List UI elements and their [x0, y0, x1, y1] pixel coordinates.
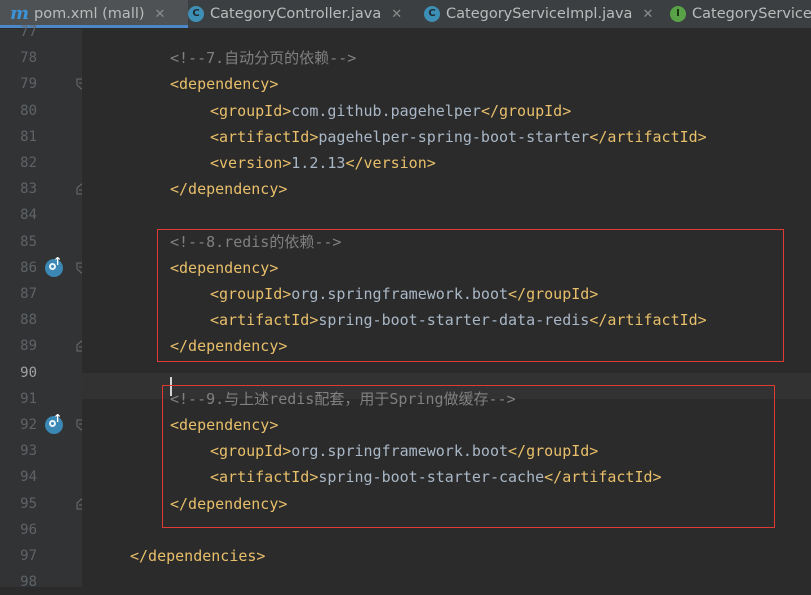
line-number: 98: [20, 574, 37, 591]
line-number: 93: [20, 443, 37, 460]
line-number: 89: [20, 338, 37, 355]
xml-tag: </artifactId>: [544, 468, 662, 487]
line-number: 82: [20, 155, 37, 171]
xml-tag: <artifactId>: [210, 311, 319, 330]
xml-text: com.github.pagehelper: [291, 101, 481, 120]
line-number-gutter[interactable]: 77 78 79 80 81 82 83 84 85 86 87 88 89 90 91 92 93 94 95 96…: [0, 24, 87, 590]
xml-tag: </artifactId>: [589, 311, 707, 330]
line-number: 97: [20, 548, 37, 564]
xml-tag: </dependencies>: [130, 547, 266, 565]
code-line: <dependency>: [170, 412, 278, 438]
code-line: <dependency>: [170, 255, 278, 281]
class-icon: C: [188, 6, 204, 22]
maven-dependency-icon[interactable]: [45, 412, 63, 434]
code-line: <!--8.redis的依赖-->: [170, 229, 341, 255]
xml-tag: </groupId>: [508, 285, 599, 303]
editor-tab-bar: m pom.xml (mall) ✕ C CategoryController.…: [0, 0, 811, 29]
xml-tag: <groupId>: [210, 285, 292, 303]
xml-tag: </groupId>: [508, 442, 599, 461]
xml-tag: </dependency>: [170, 494, 288, 513]
line-number: 78: [20, 50, 37, 67]
code-line: <version>1.2.13</version>: [210, 150, 436, 176]
line-number: 85: [20, 233, 37, 250]
code-line: </dependencies>: [130, 543, 265, 569]
xml-comment: <!--9.与上述redis配套，用于Spring做缓存-->: [170, 389, 516, 408]
tab-category-controller[interactable]: C CategoryController.java ✕: [178, 0, 424, 28]
tab-label: pom.xml (mall): [34, 6, 145, 22]
line-number: 86: [20, 259, 37, 276]
xml-tag: </artifactId>: [589, 127, 707, 146]
close-icon[interactable]: ✕: [155, 7, 166, 22]
line-number: 83: [20, 181, 37, 198]
xml-text: org.springframework.boot: [291, 285, 509, 303]
line-number: 84: [20, 207, 37, 224]
line-number: 77: [20, 24, 37, 40]
xml-tag: </dependency>: [170, 337, 288, 356]
xml-text: 1.2.13: [291, 154, 346, 172]
code-line: <groupId>org.springframework.boot</group…: [210, 281, 598, 307]
xml-tag: <artifactId>: [210, 127, 319, 146]
xml-comment: <!--7.自动分页的依赖-->: [170, 49, 357, 68]
code-line: <!--9.与上述redis配套，用于Spring做缓存-->: [170, 386, 516, 412]
xml-tag: <version>: [210, 154, 292, 172]
xml-tag: <groupId>: [210, 101, 292, 120]
code-line: </dependency>: [170, 491, 287, 517]
xml-tag: <artifactId>: [210, 468, 319, 487]
xml-tag: <dependency>: [170, 416, 279, 434]
line-number: 95: [20, 495, 37, 512]
xml-tag: <dependency>: [170, 258, 279, 277]
code-line: <!--7.自动分页的依赖-->: [170, 45, 356, 71]
tab-label: CategoryController.java: [210, 6, 382, 22]
line-number: 90: [20, 364, 37, 381]
tab-label: CategoryService: [692, 6, 811, 22]
code-line: <groupId>com.github.pagehelper</groupId>: [210, 98, 571, 124]
xml-comment: <!--8.redis的依赖-->: [170, 232, 342, 251]
xml-tag: </dependency>: [170, 180, 288, 199]
code-line: </dependency>: [170, 333, 287, 359]
code-line: <groupId>org.springframework.boot</group…: [210, 438, 598, 464]
xml-text: spring-boot-starter-cache: [318, 468, 545, 487]
xml-tag: <dependency>: [170, 75, 279, 94]
code-line: <artifactId>spring-boot-starter-data-red…: [210, 307, 707, 333]
line-number: 94: [20, 469, 37, 486]
tab-category-service-impl[interactable]: C CategoryServiceImpl.java ✕: [414, 0, 670, 28]
maven-dependency-icon[interactable]: [45, 255, 63, 277]
close-icon[interactable]: ✕: [642, 7, 653, 22]
interface-icon: I: [670, 6, 686, 22]
code-line: <artifactId>spring-boot-starter-cache</a…: [210, 464, 662, 490]
line-number: 88: [20, 312, 37, 329]
line-number: 96: [20, 521, 37, 538]
xml-tag: <groupId>: [210, 442, 292, 461]
code-line: <dependency>: [170, 71, 278, 97]
line-number: 79: [20, 76, 37, 93]
xml-text: spring-boot-starter-data-redis: [318, 311, 590, 330]
close-icon[interactable]: ✕: [391, 7, 402, 22]
code-line: <artifactId>pagehelper-spring-boot-start…: [210, 124, 707, 150]
xml-text: org.springframework.boot: [291, 442, 509, 461]
code-line: </dependency>: [170, 176, 287, 202]
tab-category-service[interactable]: I CategoryService: [660, 0, 811, 28]
xml-tag: </groupId>: [480, 101, 572, 120]
line-number: 92: [20, 417, 37, 433]
code-editor[interactable]: <!--7.自动分页的依赖--> <dependency> <groupId>com…: [82, 29, 811, 587]
line-number: 91: [20, 390, 37, 407]
tab-label: CategoryServiceImpl.java: [446, 6, 633, 22]
class-icon: C: [424, 6, 440, 22]
line-number: 81: [20, 128, 37, 145]
line-number: 80: [20, 102, 37, 119]
xml-text: pagehelper-spring-boot-starter: [318, 127, 590, 146]
line-number: 87: [20, 286, 37, 302]
xml-tag: </version>: [345, 154, 436, 172]
